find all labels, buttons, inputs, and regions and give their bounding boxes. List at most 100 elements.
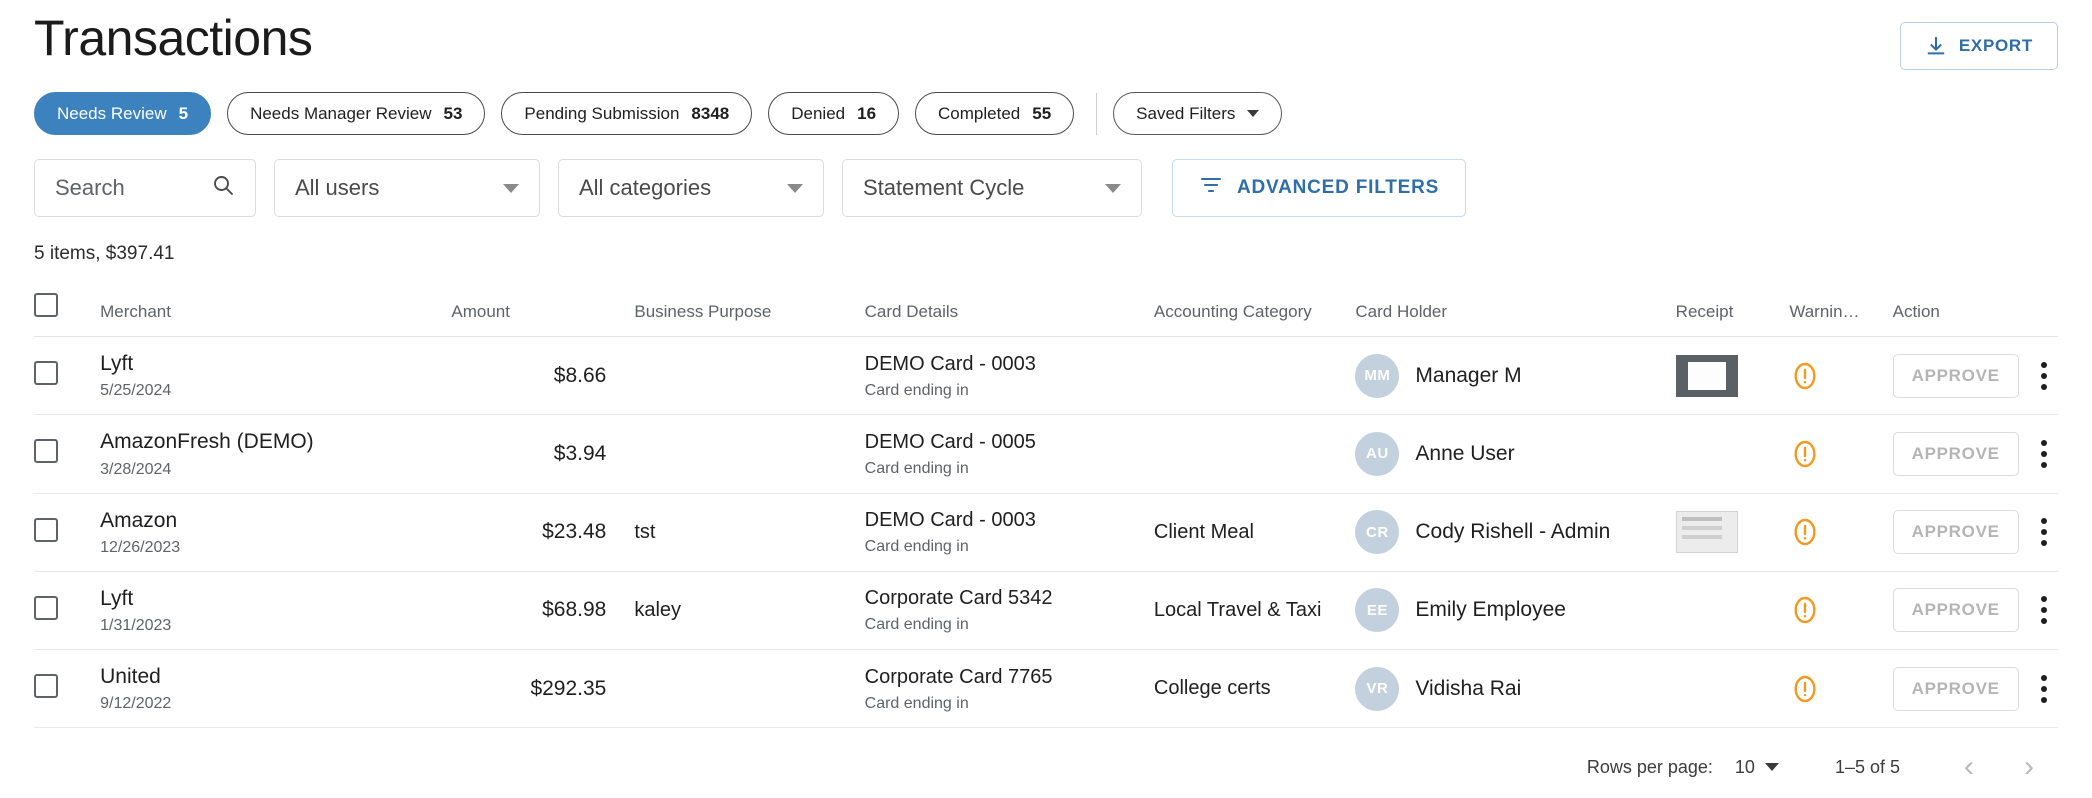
card-holder-name: Vidisha Rai xyxy=(1415,676,1522,700)
avatar: MM xyxy=(1355,353,1400,398)
card-holder-cell: EE Emily Employee xyxy=(1355,571,1676,651)
chevron-right-icon[interactable]: › xyxy=(2012,750,2046,784)
col-header-warnings[interactable]: Warnin… xyxy=(1789,283,1893,337)
col-header-receipt[interactable]: Receipt xyxy=(1675,283,1790,337)
approve-button[interactable]: APPROVE xyxy=(1892,431,2019,476)
warning-icon[interactable] xyxy=(1789,516,1892,548)
avatar: AU xyxy=(1355,431,1400,476)
chip-saved-filters[interactable]: Saved Filters xyxy=(1113,92,1283,135)
chip-needs-manager-review[interactable]: Needs Manager Review 53 xyxy=(227,92,486,135)
chip-completed[interactable]: Completed 55 xyxy=(915,92,1075,135)
merchant-cell: AmazonFresh (DEMO) 3/28/2024 xyxy=(100,414,452,494)
page-title: Transactions xyxy=(34,10,313,66)
row-checkbox[interactable] xyxy=(34,517,58,542)
amount-cell: $292.35 xyxy=(451,649,607,729)
categories-select[interactable]: All categories xyxy=(558,159,824,217)
merchant-name: Lyft xyxy=(100,586,134,610)
action-cell: APPROVE xyxy=(1892,649,2058,729)
col-header-amount[interactable]: Amount xyxy=(451,283,607,337)
statement-cycle-select[interactable]: Statement Cycle xyxy=(842,159,1142,217)
approve-button[interactable]: APPROVE xyxy=(1892,353,2019,398)
chevron-down-icon xyxy=(1105,183,1121,193)
more-options-icon[interactable] xyxy=(2040,674,2047,703)
approve-button[interactable]: APPROVE xyxy=(1892,588,2019,633)
merchant-cell: Amazon 12/26/2023 xyxy=(100,493,452,572)
col-header-card-holder[interactable]: Card Holder xyxy=(1355,283,1676,337)
chip-label: Completed xyxy=(938,103,1021,123)
select-all-header xyxy=(34,283,101,337)
table-row[interactable]: Lyft 1/31/2023 $68.98 kaley Corporate Ca… xyxy=(34,571,2058,651)
items-summary: 5 items, $397.41 xyxy=(34,243,175,264)
table-row[interactable]: United 9/12/2022 $292.35 Corporate Card … xyxy=(34,649,2058,729)
transactions-table: Merchant Amount Business Purpose Card De… xyxy=(34,283,2058,729)
receipt-thumbnail[interactable] xyxy=(1675,354,1738,397)
chip-count: 16 xyxy=(857,103,877,123)
chevron-left-icon[interactable]: ‹ xyxy=(1952,750,1986,784)
statement-cycle-value: Statement Cycle xyxy=(863,175,1025,200)
more-options-icon[interactable] xyxy=(2040,518,2047,547)
row-checkbox[interactable] xyxy=(34,439,58,464)
warning-icon[interactable] xyxy=(1789,360,1892,392)
receipt-cell[interactable] xyxy=(1675,493,1790,572)
receipt-thumbnail[interactable] xyxy=(1675,511,1738,554)
chevron-down-icon xyxy=(1247,110,1260,117)
search-input[interactable]: Search xyxy=(34,159,256,217)
approve-button[interactable]: APPROVE xyxy=(1892,666,2019,711)
row-checkbox[interactable] xyxy=(34,361,58,386)
col-header-business-purpose[interactable]: Business Purpose xyxy=(606,283,865,337)
page-header: Transactions EXPORT xyxy=(34,0,2058,70)
users-select[interactable]: All users xyxy=(274,159,540,217)
avatar: VR xyxy=(1355,666,1400,711)
col-header-merchant[interactable]: Merchant xyxy=(100,283,452,337)
card-ending: Card ending in xyxy=(864,381,969,399)
accounting-category-cell: College certs xyxy=(1153,649,1356,729)
row-select-cell xyxy=(34,414,101,494)
warning-icon[interactable] xyxy=(1789,673,1892,705)
advanced-filters-button[interactable]: ADVANCED FILTERS xyxy=(1172,159,1467,217)
accounting-category-cell: Local Travel & Taxi xyxy=(1153,571,1356,651)
table-row[interactable]: AmazonFresh (DEMO) 3/28/2024 $3.94 DEMO … xyxy=(34,414,2058,494)
categories-select-value: All categories xyxy=(579,175,712,200)
merchant-cell: Lyft 5/25/2024 xyxy=(100,336,452,416)
row-checkbox[interactable] xyxy=(34,595,58,620)
table-row[interactable]: Lyft 5/25/2024 $8.66 DEMO Card - 0003 Ca… xyxy=(34,336,2058,416)
card-ending: Card ending in xyxy=(864,694,969,712)
business-purpose-cell xyxy=(606,649,865,729)
chevron-down-icon xyxy=(503,183,519,193)
amount-cell: $3.94 xyxy=(451,414,607,494)
more-options-icon[interactable] xyxy=(2040,596,2047,625)
export-button[interactable]: EXPORT xyxy=(1899,22,2058,70)
receipt-cell[interactable] xyxy=(1675,336,1790,416)
warning-icon[interactable] xyxy=(1789,438,1892,470)
merchant-cell: United 9/12/2022 xyxy=(100,649,452,729)
more-options-icon[interactable] xyxy=(2040,361,2047,390)
chevron-down-icon[interactable] xyxy=(1764,763,1779,772)
chip-pending-submission[interactable]: Pending Submission 8348 xyxy=(501,92,753,135)
amount-cell: $23.48 xyxy=(451,493,607,572)
approve-button[interactable]: APPROVE xyxy=(1892,510,2019,555)
status-filter-chips: Needs Review 5 Needs Manager Review 53 P… xyxy=(34,92,2058,135)
chip-denied[interactable]: Denied 16 xyxy=(768,92,900,135)
card-name: DEMO Card - 0003 xyxy=(864,352,1036,375)
card-details-cell: Corporate Card 7765 Card ending in xyxy=(864,649,1154,729)
row-checkbox[interactable] xyxy=(34,674,58,699)
rows-per-page-value[interactable]: 10 xyxy=(1735,757,1755,778)
merchant-cell: Lyft 1/31/2023 xyxy=(100,571,452,651)
chips-divider xyxy=(1096,92,1098,135)
search-icon[interactable] xyxy=(211,173,235,203)
col-header-card-details[interactable]: Card Details xyxy=(864,283,1154,337)
transaction-date: 5/25/2024 xyxy=(100,382,172,400)
chip-needs-review[interactable]: Needs Review 5 xyxy=(34,92,212,135)
warning-icon[interactable] xyxy=(1789,594,1892,626)
select-all-checkbox[interactable] xyxy=(34,293,58,317)
col-header-accounting-category[interactable]: Accounting Category xyxy=(1153,283,1356,337)
more-options-icon[interactable] xyxy=(2040,439,2047,468)
business-purpose-cell: kaley xyxy=(606,571,865,651)
merchant-name: Lyft xyxy=(100,352,134,375)
table-row[interactable]: Amazon 12/26/2023 $23.48 tst DEMO Card -… xyxy=(34,493,2058,572)
card-ending: Card ending in xyxy=(864,538,969,556)
chip-label: Needs Manager Review xyxy=(250,103,432,123)
card-holder-cell: MM Manager M xyxy=(1355,336,1676,416)
transaction-date: 3/28/2024 xyxy=(100,460,172,478)
receipt-cell xyxy=(1675,649,1790,729)
